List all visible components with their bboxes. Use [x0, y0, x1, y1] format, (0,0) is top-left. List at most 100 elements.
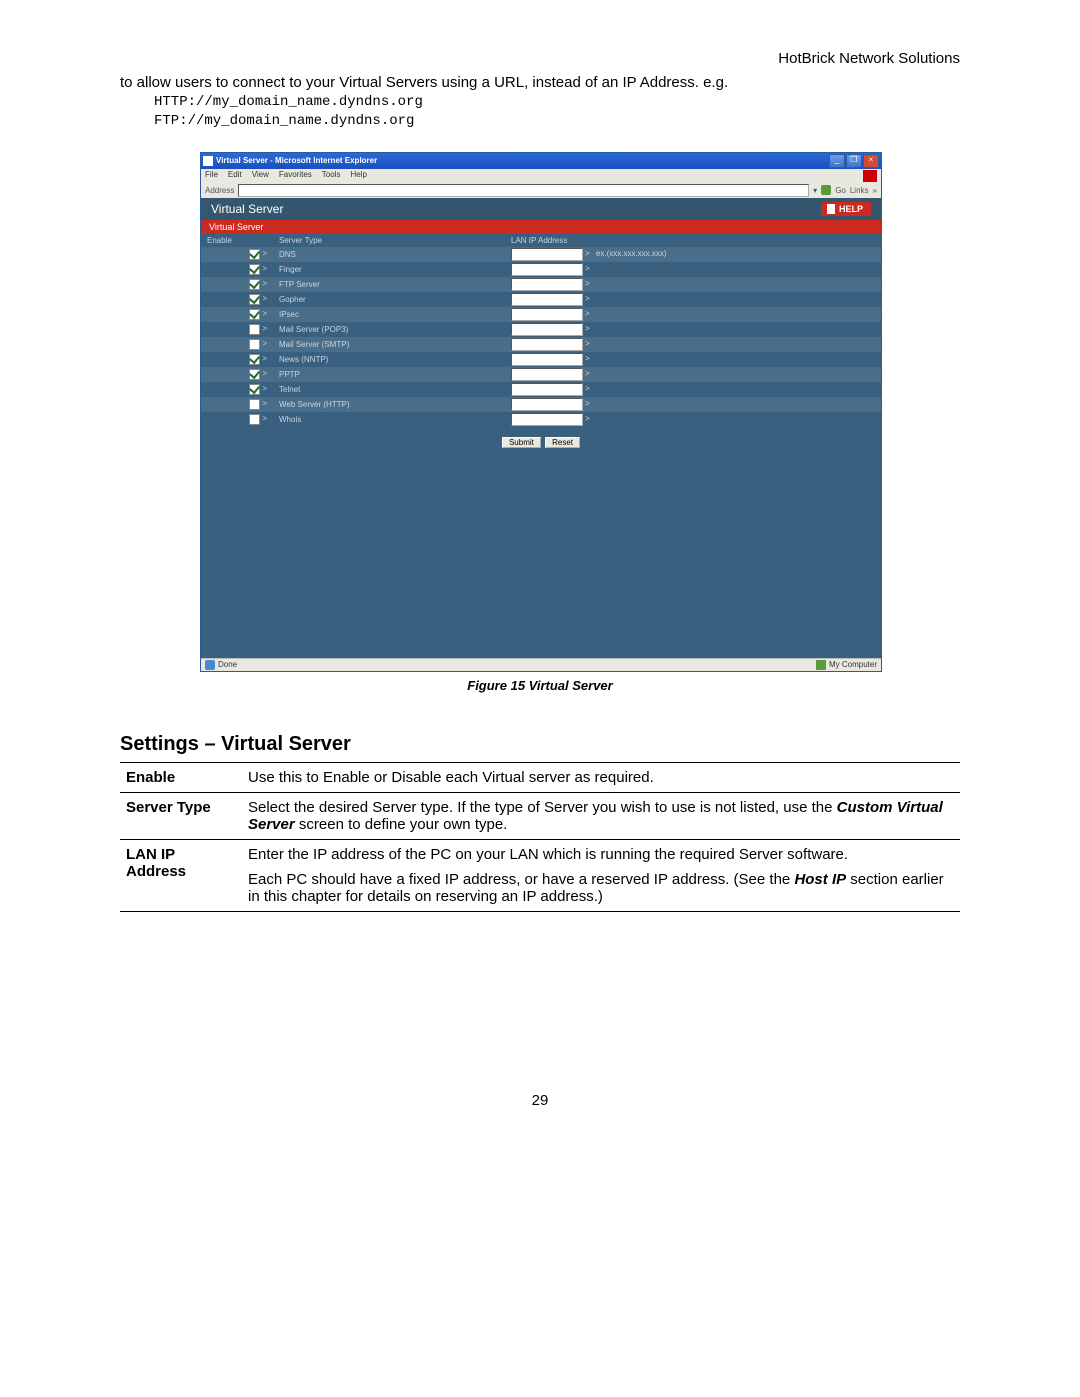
chevron-icon: >: [260, 414, 267, 423]
chevron-icon: >: [583, 384, 590, 393]
address-label: Address: [205, 186, 234, 195]
window-maximize-button[interactable]: ❐: [846, 154, 862, 168]
menu-file[interactable]: File: [205, 170, 218, 182]
enable-checkbox[interactable]: [249, 279, 260, 290]
chevron-icon: >: [260, 279, 267, 288]
settings-row-server-type: Server Type Select the desired Server ty…: [120, 792, 960, 839]
table-row: >Mail Server (SMTP)>: [201, 337, 881, 352]
reset-button[interactable]: Reset: [545, 437, 580, 448]
window-close-button[interactable]: ×: [863, 154, 879, 168]
my-computer-icon: [816, 660, 826, 670]
menu-favorites[interactable]: Favorites: [279, 170, 312, 182]
settings-heading: Settings – Virtual Server: [120, 733, 960, 756]
intro-text: to allow users to connect to your Virtua…: [120, 73, 960, 93]
enable-checkbox[interactable]: [249, 324, 260, 335]
help-button[interactable]: HELP: [821, 202, 871, 216]
links-chevron-icon[interactable]: »: [873, 186, 877, 195]
go-icon[interactable]: [821, 185, 831, 195]
menu-view[interactable]: View: [252, 170, 269, 182]
submit-button[interactable]: Submit: [502, 437, 541, 448]
settings-body-server-type: Select the desired Server type. If the t…: [242, 792, 960, 839]
table-row: >IPsec>: [201, 307, 881, 322]
settings-row-enable: Enable Use this to Enable or Disable eac…: [120, 762, 960, 792]
server-type-cell: Gopher: [273, 292, 505, 307]
window-titlebar: Virtual Server - Microsoft Internet Expl…: [201, 153, 881, 169]
server-type-cell: News (NNTP): [273, 352, 505, 367]
col-server-type: Server Type: [273, 234, 505, 247]
brand-header: HotBrick Network Solutions: [120, 50, 960, 67]
enable-checkbox[interactable]: [249, 414, 260, 425]
server-type-cell: PPTP: [273, 367, 505, 382]
chevron-icon: >: [583, 399, 590, 408]
table-row: > Gopher >: [201, 292, 881, 307]
chevron-icon: >: [583, 279, 590, 288]
enable-checkbox[interactable]: [249, 354, 260, 365]
server-type-cell: FTP Server: [273, 277, 505, 292]
chevron-icon: >: [260, 309, 267, 318]
server-type-cell: Finger: [273, 262, 505, 277]
menu-help[interactable]: Help: [350, 170, 366, 182]
chevron-icon: >: [583, 324, 590, 333]
table-row: >DNS> ex.(xxx.xxx.xxx.xxx): [201, 247, 881, 262]
menu-edit[interactable]: Edit: [228, 170, 242, 182]
lan-ip-input[interactable]: [511, 398, 583, 411]
status-bar: Done My Computer: [201, 658, 881, 671]
address-dropdown-icon[interactable]: ▾: [813, 186, 817, 195]
page-title: Virtual Server: [211, 202, 283, 216]
lan-ip-input[interactable]: [511, 293, 583, 306]
lan-ip-input[interactable]: [511, 368, 583, 381]
chevron-icon: >: [583, 369, 590, 378]
chevron-icon: >: [583, 339, 590, 348]
lan-ip-input[interactable]: [511, 263, 583, 276]
chevron-icon: >: [583, 414, 590, 423]
lan-ip-input[interactable]: [511, 278, 583, 291]
go-label[interactable]: Go: [835, 186, 846, 195]
table-row: >Finger>: [201, 262, 881, 277]
chevron-icon: >: [260, 324, 267, 333]
ie-icon: [203, 156, 213, 166]
status-zone: My Computer: [829, 660, 877, 669]
menu-bar: File Edit View Favorites Tools Help: [201, 169, 881, 183]
page-number: 29: [120, 1092, 960, 1109]
enable-checkbox[interactable]: [249, 294, 260, 305]
chevron-icon: >: [583, 294, 590, 303]
lan-ip-input[interactable]: [511, 323, 583, 336]
enable-checkbox[interactable]: [249, 384, 260, 395]
server-type-cell: IPsec: [273, 307, 505, 322]
address-input[interactable]: [238, 184, 809, 197]
lan-ip-input[interactable]: [511, 308, 583, 321]
links-label[interactable]: Links: [850, 186, 869, 195]
chevron-icon: >: [260, 339, 267, 348]
done-icon: [205, 660, 215, 670]
ie-window: Virtual Server - Microsoft Internet Expl…: [200, 152, 882, 672]
enable-checkbox[interactable]: [249, 309, 260, 320]
lan-ip-input[interactable]: [511, 413, 583, 426]
enable-checkbox[interactable]: [249, 249, 260, 260]
page-content: Virtual Server HELP Virtual Server Enabl…: [201, 198, 881, 658]
chevron-icon: >: [583, 264, 590, 273]
window-minimize-button[interactable]: _: [829, 154, 845, 168]
enable-checkbox[interactable]: [249, 264, 260, 275]
enable-checkbox[interactable]: [249, 339, 260, 350]
table-row: >Web Server (HTTP)>: [201, 397, 881, 412]
page-title-row: Virtual Server HELP: [201, 198, 881, 220]
menu-tools[interactable]: Tools: [322, 170, 341, 182]
screenshot-figure: Virtual Server - Microsoft Internet Expl…: [200, 152, 880, 693]
lan-ip-input[interactable]: [511, 353, 583, 366]
settings-body-enable: Use this to Enable or Disable each Virtu…: [242, 762, 960, 792]
form-button-row: Submit Reset: [201, 427, 881, 448]
status-done: Done: [218, 660, 237, 670]
ip-hint: ex.(xxx.xxx.xxx.xxx): [590, 249, 667, 258]
chevron-icon: >: [260, 294, 267, 303]
settings-body-lan-ip: Enter the IP address of the PC on your L…: [242, 839, 960, 911]
lan-ip-input[interactable]: [511, 338, 583, 351]
chevron-icon: >: [260, 369, 267, 378]
chevron-icon: >: [260, 249, 267, 258]
chevron-icon: >: [260, 384, 267, 393]
enable-checkbox[interactable]: [249, 369, 260, 380]
table-row: >Telnet>: [201, 382, 881, 397]
lan-ip-input[interactable]: [511, 248, 583, 261]
col-lan-ip: LAN IP Address: [505, 234, 881, 247]
lan-ip-input[interactable]: [511, 383, 583, 396]
enable-checkbox[interactable]: [249, 399, 260, 410]
